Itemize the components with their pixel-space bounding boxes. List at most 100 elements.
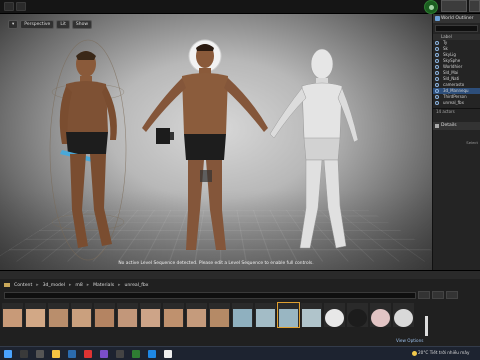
- asset-thumbnail[interactable]: [163, 303, 184, 327]
- asset-preview-image: [95, 309, 114, 327]
- asset-thumbnail[interactable]: [347, 303, 368, 327]
- asset-thumbnail[interactable]: [186, 303, 207, 327]
- browser-icon[interactable]: [68, 350, 76, 358]
- asset-thumbnail[interactable]: [277, 302, 300, 328]
- asset-thumbnail[interactable]: [324, 303, 345, 327]
- asset-thumbnail[interactable]: [2, 303, 23, 327]
- asset-thumbnail[interactable]: [209, 303, 230, 327]
- asset-preview-image: [302, 309, 321, 327]
- editor-top-bar: [0, 0, 480, 14]
- visibility-eye-icon[interactable]: [435, 89, 439, 93]
- asset-preview-image: [233, 309, 252, 327]
- asset-thumbnail[interactable]: [117, 303, 138, 327]
- asset-thumbnail[interactable]: [25, 303, 46, 327]
- file-explorer-icon[interactable]: [52, 350, 60, 358]
- settings-tab[interactable]: [441, 0, 467, 12]
- asset-preview-image: [26, 309, 45, 327]
- asset-preview-image: [164, 309, 183, 327]
- asset-thumbnail[interactable]: [301, 303, 322, 327]
- content-browser-toolbar: [0, 271, 480, 279]
- visibility-eye-icon[interactable]: [435, 59, 439, 63]
- app-icon[interactable]: [148, 350, 156, 358]
- panel-tab[interactable]: [469, 0, 480, 12]
- filter-buttons: [418, 291, 458, 299]
- outliner-search-input[interactable]: [435, 25, 478, 32]
- save-icon[interactable]: [418, 291, 430, 299]
- asset-thumbnails: [2, 302, 414, 328]
- app-icon[interactable]: [100, 350, 108, 358]
- show-button[interactable]: Show: [71, 20, 93, 29]
- sequencer-status-message: No active Level Sequence detected. Pleas…: [118, 261, 314, 266]
- asset-thumbnail[interactable]: [393, 303, 414, 327]
- search-icon[interactable]: [20, 350, 28, 358]
- asset-preview-image: [72, 309, 91, 327]
- visibility-eye-icon[interactable]: [435, 47, 439, 51]
- asset-search-input[interactable]: [4, 292, 416, 299]
- asset-thumbnail[interactable]: [71, 303, 92, 327]
- asset-thumbnail[interactable]: [370, 303, 391, 327]
- asset-preview-image: [187, 309, 206, 327]
- asset-thumbnail[interactable]: [48, 303, 69, 327]
- app-icon[interactable]: [84, 350, 92, 358]
- visibility-eye-icon[interactable]: [435, 41, 439, 45]
- breadcrumb-item[interactable]: Content: [14, 283, 32, 288]
- visibility-eye-icon[interactable]: [435, 65, 439, 69]
- lit-button[interactable]: Lit: [56, 20, 70, 29]
- settings-icon[interactable]: [446, 291, 458, 299]
- outliner-rows: Ty Sk SkyLig SkySphe Worldhier Sld_Mai S…: [433, 40, 480, 106]
- windows-taskbar: 20°C Tiết trời nhiều mây: [0, 346, 480, 360]
- weather-icon: [412, 351, 417, 356]
- folder-icon: [4, 283, 10, 287]
- visibility-eye-icon[interactable]: [435, 77, 439, 81]
- mannequin-character[interactable]: [262, 42, 372, 262]
- app-icon[interactable]: [116, 350, 124, 358]
- camera-actor-icon[interactable]: [152, 124, 176, 148]
- source-control-icon[interactable]: [424, 0, 438, 14]
- weather-text: Tiết trời nhiều mây: [429, 350, 470, 355]
- viewport-options-button[interactable]: ▾: [8, 20, 19, 29]
- asset-thumbnail[interactable]: [140, 303, 161, 327]
- breadcrumb: Content ▸ 3d_model ▸ m8 ▸ Materials ▸ unreal…: [4, 281, 149, 289]
- content-scrollbar[interactable]: [425, 316, 428, 336]
- asset-preview-image: [3, 309, 22, 327]
- visibility-eye-icon[interactable]: [435, 71, 439, 75]
- asset-thumbnail[interactable]: [94, 303, 115, 327]
- task-view-icon[interactable]: [36, 350, 44, 358]
- breadcrumb-item[interactable]: m8: [75, 283, 82, 288]
- weather-widget[interactable]: 20°C Tiết trời nhiều mây: [418, 350, 469, 355]
- weather-temperature: 20°C: [418, 350, 429, 355]
- details-tab[interactable]: Details: [433, 122, 480, 130]
- level-viewport[interactable]: ▾ Perspective Lit Show No active Level S…: [0, 14, 432, 270]
- asset-preview-image: [118, 309, 137, 327]
- world-outliner-panel: World Outliner Label Ty Sk SkyLig SkySph…: [432, 14, 480, 270]
- asset-preview-image: [371, 309, 390, 327]
- world-outliner-tab[interactable]: World Outliner: [433, 14, 480, 23]
- outliner-row[interactable]: unreal_fbx: [433, 100, 480, 106]
- asset-thumbnail[interactable]: [232, 303, 253, 327]
- app-icon[interactable]: [132, 350, 140, 358]
- asset-preview-image: [279, 309, 298, 327]
- visibility-eye-icon[interactable]: [435, 101, 439, 105]
- asset-thumbnail[interactable]: [255, 303, 276, 327]
- start-icon[interactable]: [4, 350, 12, 358]
- view-options-button[interactable]: View Options: [396, 338, 423, 343]
- content-browser: Content ▸ 3d_model ▸ m8 ▸ Materials ▸ unreal…: [0, 270, 480, 346]
- asset-preview-image: [141, 309, 160, 327]
- breadcrumb-item[interactable]: 3d_model: [43, 283, 65, 288]
- menu-button[interactable]: [16, 2, 26, 11]
- perspective-button[interactable]: Perspective: [20, 20, 55, 29]
- asset-preview-image: [49, 309, 68, 327]
- asset-preview-image: [210, 309, 229, 327]
- asset-preview-image: [394, 309, 413, 327]
- asset-preview-image: [325, 309, 344, 327]
- breadcrumb-item[interactable]: unreal_fbx: [124, 283, 148, 288]
- unreal-engine-icon[interactable]: [164, 350, 172, 358]
- menu-button[interactable]: [4, 2, 14, 11]
- visibility-eye-icon[interactable]: [435, 53, 439, 57]
- visibility-eye-icon[interactable]: [435, 95, 439, 99]
- lock-icon[interactable]: [432, 291, 444, 299]
- visibility-eye-icon[interactable]: [435, 83, 439, 87]
- actor-count: 14 actors: [433, 108, 480, 114]
- breadcrumb-item[interactable]: Materials: [93, 283, 114, 288]
- asset-preview-image: [256, 309, 275, 327]
